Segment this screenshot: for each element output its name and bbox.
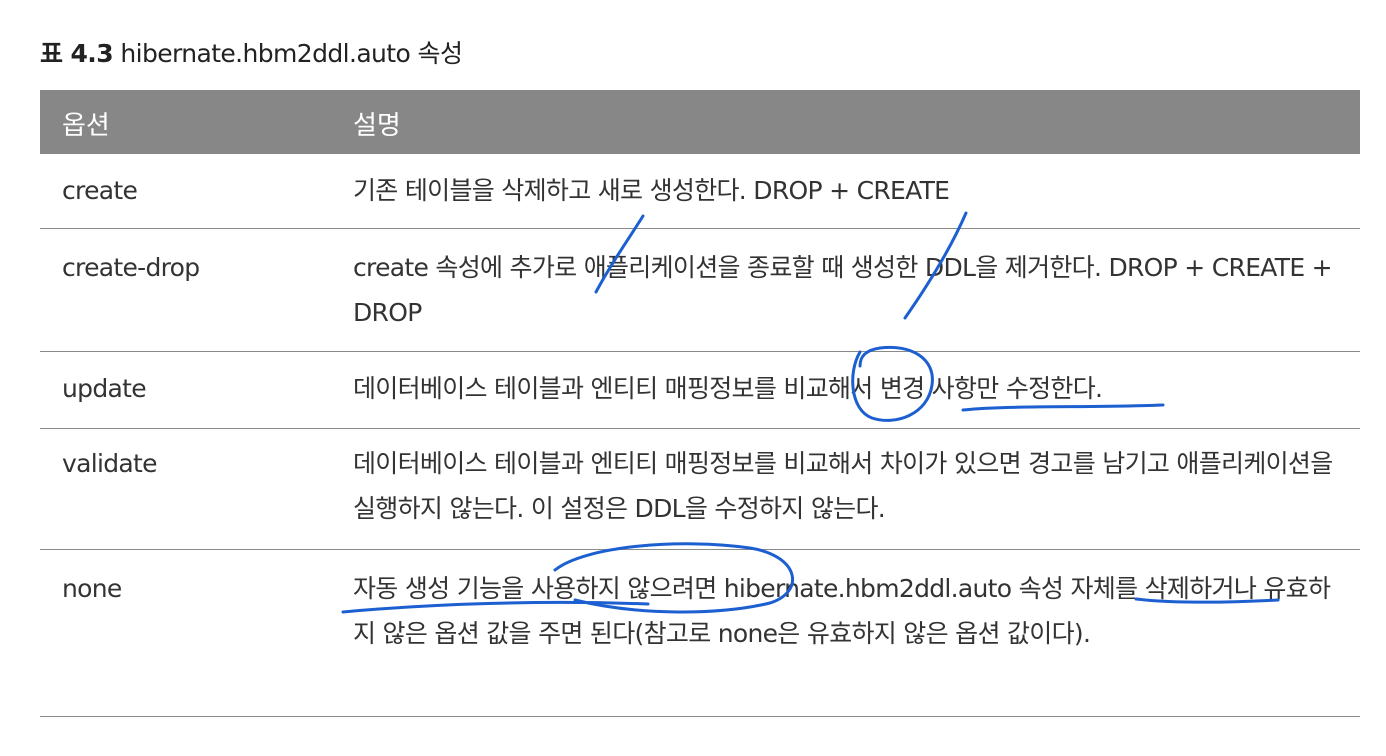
description-cell: 기존 테이블을 삭제하고 새로 생성한다. DROP + CREATE [353, 176, 950, 205]
table-number: 표 4.3 [40, 39, 114, 68]
table-header: 옵션 설명 [40, 90, 1360, 154]
table-row: update 데이터베이스 테이블과 엔티티 매핑정보를 비교해서 변경 사항만… [40, 352, 1360, 429]
table-row: create-drop create 속성에 추가로 애플리케이션을 종료할 때… [40, 229, 1360, 352]
table-row: none 자동 생성 기능을 사용하지 않으려면 hibernate.hbm2d… [40, 550, 1360, 717]
description-cell: 자동 생성 기능을 사용하지 않으려면 hibernate.hbm2ddl.au… [353, 574, 1331, 648]
table-title: hibernate.hbm2ddl.auto 속성 [120, 39, 463, 68]
option-cell: none [62, 574, 122, 603]
header-option: 옵션 [62, 111, 110, 141]
table-row: validate 데이터베이스 테이블과 엔티티 매핑정보를 비교해서 차이가 … [40, 429, 1360, 550]
description-cell: create 속성에 추가로 애플리케이션을 종료할 때 생성한 DDL을 제거… [353, 253, 1333, 327]
table-row: create 기존 테이블을 삭제하고 새로 생성한다. DROP + CREA… [40, 154, 1360, 229]
option-cell: create-drop [62, 253, 200, 282]
table-caption: 표 4.3 hibernate.hbm2ddl.auto 속성 [40, 34, 463, 70]
header-description: 설명 [353, 111, 401, 141]
option-cell: create [62, 176, 138, 205]
options-table: 옵션 설명 create 기존 테이블을 삭제하고 새로 생성한다. DROP … [40, 90, 1360, 717]
option-cell: validate [62, 449, 157, 478]
option-cell: update [62, 374, 147, 403]
description-cell: 데이터베이스 테이블과 엔티티 매핑정보를 비교해서 차이가 있으면 경고를 남… [353, 449, 1333, 523]
description-cell: 데이터베이스 테이블과 엔티티 매핑정보를 비교해서 변경 사항만 수정한다. [353, 374, 1103, 403]
